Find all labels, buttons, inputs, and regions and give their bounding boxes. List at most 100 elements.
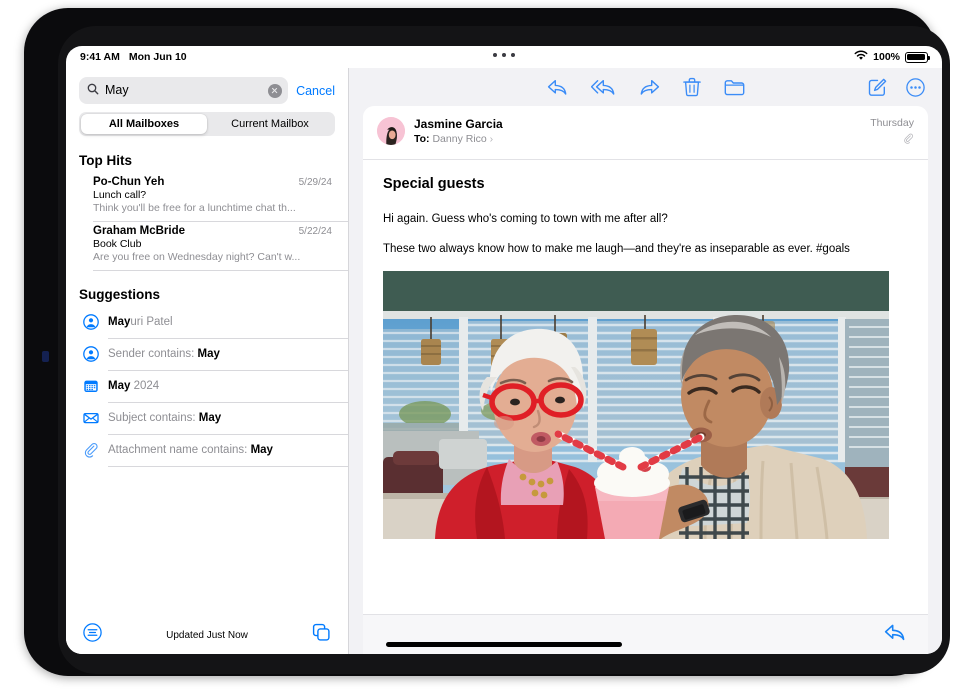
message-header: Jasmine Garcia To: Danny Rico › Thursday bbox=[363, 106, 928, 160]
reply-all-icon[interactable] bbox=[591, 78, 616, 96]
recipient-name: Danny Rico bbox=[432, 133, 486, 145]
battery-fill bbox=[907, 54, 925, 60]
handle-dot bbox=[511, 53, 515, 57]
status-bar-left: 9:41 AM Mon Jun 10 bbox=[80, 51, 187, 63]
search-sidebar: May Cancel All Mailboxes Current Mailbox… bbox=[66, 68, 348, 654]
suggestion-label: Subject contains: May bbox=[108, 412, 221, 424]
paperclip-icon bbox=[82, 442, 99, 459]
handle-dot bbox=[502, 53, 506, 57]
status-time: 9:41 AM bbox=[80, 51, 120, 63]
suggestion-text: Attachment name contains: bbox=[108, 444, 251, 456]
bezel-artifact bbox=[42, 351, 49, 362]
sidebar-bottom-bar: Updated Just Now bbox=[66, 616, 348, 654]
status-bar-right: 100% bbox=[854, 50, 928, 64]
battery-percent-label: 100% bbox=[873, 51, 900, 63]
suggestion-may-2024[interactable]: May 2024 bbox=[82, 370, 348, 402]
message-paragraph: These two always know how to make me lau… bbox=[383, 242, 908, 258]
reply-icon[interactable] bbox=[884, 623, 906, 647]
more-circle-icon[interactable] bbox=[906, 78, 925, 97]
message-subject: Special guests bbox=[383, 176, 908, 192]
to-label: To: bbox=[414, 133, 430, 145]
list-item[interactable]: Po-Chun Yeh 5/29/24 Lunch call? Think yo… bbox=[66, 172, 348, 221]
message-detail-pane: Jasmine Garcia To: Danny Rico › Thursday bbox=[348, 68, 942, 654]
toolbar-actions bbox=[547, 78, 745, 97]
suggestions-header: Suggestions bbox=[66, 270, 348, 306]
suggestion-label: Sender contains: May bbox=[108, 348, 220, 360]
suggestions-list: Mayuri Patel Sender contains: May bbox=[66, 306, 348, 466]
person-circle-icon bbox=[82, 346, 99, 363]
search-icon bbox=[87, 82, 99, 100]
top-hits-header: Top Hits bbox=[66, 136, 348, 172]
device-screen: 9:41 AM Mon Jun 10 100% bbox=[66, 46, 942, 654]
trash-icon[interactable] bbox=[683, 78, 701, 97]
status-date: Mon Jun 10 bbox=[129, 51, 187, 63]
suggestion-match-suffix: May bbox=[198, 348, 220, 360]
chevron-right-icon: › bbox=[490, 133, 494, 145]
screenshot-root: 9:41 AM Mon Jun 10 100% bbox=[0, 0, 960, 692]
hit-subject: Lunch call? bbox=[93, 189, 332, 201]
folder-icon[interactable] bbox=[724, 78, 745, 96]
suggestion-match-suffix: May bbox=[251, 444, 273, 456]
status-bar: 9:41 AM Mon Jun 10 100% bbox=[66, 46, 942, 68]
home-indicator[interactable] bbox=[386, 642, 622, 647]
hit-preview: Think you'll be free for a lunchtime cha… bbox=[93, 202, 332, 214]
suggestion-mayuri-patel[interactable]: Mayuri Patel bbox=[82, 306, 348, 338]
suggestion-match-prefix: May bbox=[108, 380, 130, 392]
hit-date: 5/29/24 bbox=[299, 177, 332, 188]
avatar bbox=[377, 117, 405, 145]
person-circle-icon bbox=[82, 314, 99, 331]
message-header-text: Jasmine Garcia To: Danny Rico › bbox=[414, 117, 503, 146]
clear-circle-icon[interactable] bbox=[268, 84, 282, 98]
list-item[interactable]: Graham McBride 5/22/24 Book Club Are you… bbox=[66, 221, 348, 270]
filter-icon[interactable] bbox=[83, 623, 102, 647]
split-view: May Cancel All Mailboxes Current Mailbox… bbox=[66, 68, 942, 654]
message-recipient-line[interactable]: To: Danny Rico › bbox=[414, 132, 503, 146]
suggestion-text: Subject contains: bbox=[108, 412, 199, 424]
suggestion-text: Sender contains: bbox=[108, 348, 198, 360]
search-value: May bbox=[105, 84, 262, 97]
message-meta: Thursday bbox=[870, 117, 914, 149]
message-toolbar bbox=[349, 68, 942, 106]
hit-sender: Po-Chun Yeh bbox=[93, 176, 164, 188]
top-hits-list: Po-Chun Yeh 5/29/24 Lunch call? Think yo… bbox=[66, 172, 348, 270]
forward-icon[interactable] bbox=[639, 78, 660, 96]
message-date: Thursday bbox=[870, 117, 914, 129]
message-paragraph: Hi again. Guess who's coming to town wit… bbox=[383, 212, 908, 228]
compose-icon[interactable] bbox=[868, 78, 887, 97]
hit-date: 5/22/24 bbox=[299, 226, 332, 237]
suggestion-label: May 2024 bbox=[108, 380, 159, 392]
suggestion-label: Mayuri Patel bbox=[108, 316, 173, 328]
wifi-icon bbox=[854, 50, 868, 64]
hit-preview: Are you free on Wednesday night? Can't w… bbox=[93, 251, 332, 263]
paperclip-icon bbox=[903, 131, 914, 149]
three-dots-handle[interactable] bbox=[493, 53, 515, 57]
scope-current-mailbox[interactable]: Current Mailbox bbox=[207, 114, 333, 134]
ipad-device-frame: 9:41 AM Mon Jun 10 100% bbox=[24, 8, 936, 676]
message-photo[interactable] bbox=[383, 271, 889, 539]
envelope-icon bbox=[82, 410, 99, 427]
suggestion-text: 2024 bbox=[130, 380, 159, 392]
search-input[interactable]: May bbox=[79, 77, 288, 104]
suggestion-sender-contains[interactable]: Sender contains: May bbox=[82, 338, 348, 370]
message-sender: Jasmine Garcia bbox=[414, 117, 503, 132]
suggestion-match-suffix: May bbox=[199, 412, 221, 424]
message-body: Special guests Hi again. Guess who's com… bbox=[363, 160, 928, 539]
toolbar-right-actions bbox=[868, 78, 925, 97]
cancel-button[interactable]: Cancel bbox=[296, 84, 337, 98]
suggestion-text: uri Patel bbox=[130, 316, 172, 328]
handle-dot bbox=[493, 53, 497, 57]
hit-sender: Graham McBride bbox=[93, 225, 185, 237]
updated-status-text: Updated Just Now bbox=[166, 630, 248, 641]
message-bottom-bar bbox=[363, 614, 928, 654]
reply-icon[interactable] bbox=[547, 78, 568, 96]
calendar-icon bbox=[82, 378, 99, 395]
mailbox-scope-segmented-control[interactable]: All Mailboxes Current Mailbox bbox=[79, 112, 335, 136]
hit-top-line: Po-Chun Yeh 5/29/24 bbox=[93, 176, 332, 188]
suggestion-attachment-contains[interactable]: Attachment name contains: May bbox=[82, 434, 348, 466]
search-row: May Cancel bbox=[66, 68, 348, 104]
copy-stack-icon[interactable] bbox=[312, 623, 331, 647]
scope-all-mailboxes[interactable]: All Mailboxes bbox=[81, 114, 207, 134]
suggestion-match-prefix: May bbox=[108, 316, 130, 328]
hit-top-line: Graham McBride 5/22/24 bbox=[93, 225, 332, 237]
suggestion-subject-contains[interactable]: Subject contains: May bbox=[82, 402, 348, 434]
